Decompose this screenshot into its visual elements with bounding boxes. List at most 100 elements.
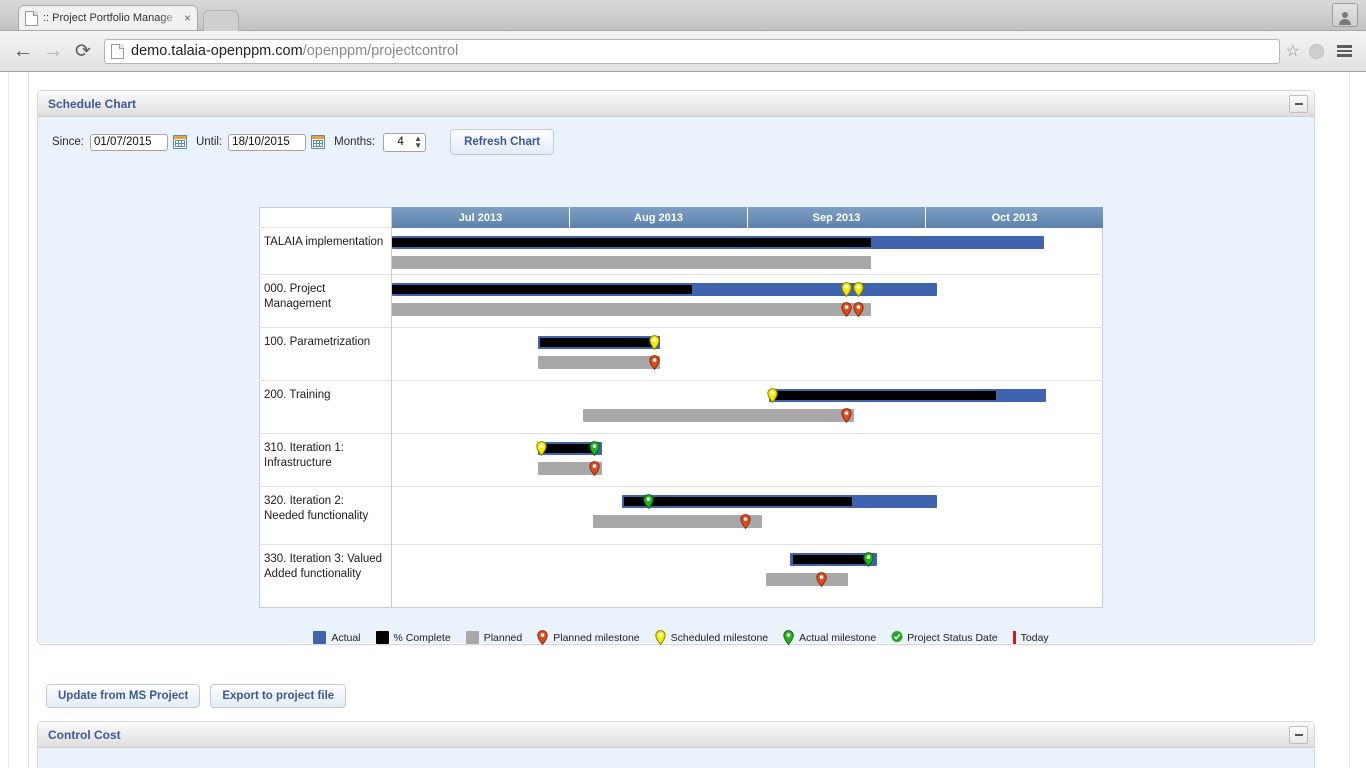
- legend-item: Scheduled milestone: [655, 630, 768, 645]
- gantt-bar-planned: [593, 515, 762, 528]
- gantt-bar-complete: [540, 338, 655, 347]
- gantt-task-name: 320. Iteration 2: Needed functionality: [259, 487, 391, 545]
- page-edge-line-right: [1349, 72, 1350, 768]
- schedule-chart-header: Schedule Chart: [38, 91, 1314, 117]
- legend-scheduled-milestone-icon: [655, 630, 667, 645]
- gantt-task-names: TALAIA implementation000. Project Manage…: [259, 207, 392, 608]
- gantt-bar-complete: [793, 555, 870, 564]
- update-from-ms-project-button[interactable]: Update from MS Project: [46, 684, 200, 708]
- schedule-chart-panel: Schedule Chart Since: Until: Months: 4 ▲: [37, 90, 1315, 645]
- gantt-bar-planned: [538, 356, 660, 369]
- export-to-project-file-button[interactable]: Export to project file: [210, 684, 346, 708]
- since-calendar-icon[interactable]: [173, 135, 187, 149]
- legend-swatch: [313, 631, 326, 644]
- gantt-bar-complete: [392, 238, 871, 247]
- gantt-task-name: 000. Project Management: [259, 275, 391, 328]
- control-cost-panel: Control Cost: [37, 721, 1315, 768]
- months-value: 4: [387, 136, 414, 148]
- page-favicon-icon: [25, 11, 38, 26]
- legend-status-date-icon: [891, 630, 903, 645]
- gantt-milestone-actual[interactable]: [643, 494, 654, 509]
- gantt-task-name: 330. Iteration 3: Valued Added functiona…: [259, 545, 391, 608]
- gantt-bar-planned: [583, 409, 855, 422]
- gantt-milestone-planned[interactable]: [649, 355, 660, 370]
- gantt-bar-planned: [392, 256, 871, 269]
- refresh-chart-button[interactable]: Refresh Chart: [450, 129, 554, 155]
- gantt-chart: TALAIA implementation000. Project Manage…: [259, 207, 1103, 608]
- legend-actual-milestone-icon: [783, 630, 795, 645]
- gantt-milestone-actual[interactable]: [863, 552, 874, 567]
- url-host: demo.talaia-openppm.com: [131, 43, 303, 59]
- collapse-control-cost-button[interactable]: [1289, 726, 1308, 744]
- bookmark-star-icon[interactable]: ☆: [1286, 41, 1300, 61]
- legend-planned-milestone-icon: [537, 630, 549, 645]
- gantt-milestone-planned[interactable]: [853, 302, 864, 317]
- gantt-milestone-planned[interactable]: [841, 302, 852, 317]
- gantt-bar-planned: [392, 303, 871, 316]
- gantt-milestone-planned[interactable]: [589, 461, 600, 476]
- new-tab-button[interactable]: [203, 10, 239, 31]
- gantt-milestone-scheduled[interactable]: [536, 441, 547, 456]
- gantt-month-3: Sep 2013: [748, 207, 926, 228]
- control-cost-header: Control Cost: [38, 722, 1314, 748]
- gantt-bar-complete: [624, 497, 852, 506]
- until-calendar-icon[interactable]: [311, 135, 325, 149]
- legend-label: Project Status Date: [907, 632, 997, 644]
- forward-icon[interactable]: →: [38, 36, 68, 66]
- browser-tab[interactable]: :: Project Portfolio Manage ×: [18, 5, 198, 30]
- browser-chrome: :: Project Portfolio Manage × ← → ⟳ demo…: [0, 0, 1366, 72]
- legend-swatch: [466, 631, 479, 644]
- collapse-schedule-chart-button[interactable]: [1289, 95, 1308, 113]
- gantt-milestone-scheduled[interactable]: [853, 282, 864, 297]
- gantt-row: [392, 228, 1103, 275]
- legend-label: Scheduled milestone: [671, 632, 768, 644]
- close-tab-icon[interactable]: ×: [184, 12, 191, 24]
- since-input[interactable]: [90, 134, 168, 151]
- gantt-row: [392, 545, 1103, 608]
- legend-label: Planned: [484, 632, 523, 644]
- months-label: Months:: [334, 136, 375, 148]
- gantt-row: [392, 328, 1103, 381]
- until-input[interactable]: [228, 134, 306, 151]
- gantt-names-corner: [259, 207, 391, 228]
- gantt-task-name: 200. Training: [259, 381, 391, 434]
- legend-item: Actual milestone: [783, 630, 876, 645]
- gantt-task-name: 310. Iteration 1: Infrastructure: [259, 434, 391, 487]
- gantt-row: [392, 275, 1103, 328]
- gantt-bar-complete: [772, 391, 996, 400]
- chart-filter-bar: Since: Until: Months: 4 ▲ ▼ Refresh Ch: [38, 117, 1314, 155]
- legend-today-marker: [1013, 631, 1016, 644]
- address-bar[interactable]: demo.talaia-openppm.com/openppm/projectc…: [104, 39, 1280, 64]
- gantt-milestone-actual[interactable]: [589, 441, 600, 456]
- schedule-chart-title: Schedule Chart: [48, 97, 136, 111]
- months-stepper-down-icon[interactable]: ▼: [414, 142, 422, 149]
- profile-avatar-icon[interactable]: [1332, 3, 1358, 27]
- gantt-milestone-planned[interactable]: [740, 514, 751, 529]
- extension-icon[interactable]: [1302, 37, 1330, 65]
- gantt-milestone-scheduled[interactable]: [767, 388, 778, 403]
- gantt-month-1: Jul 2013: [392, 207, 570, 228]
- gantt-milestone-planned[interactable]: [816, 572, 827, 587]
- back-icon[interactable]: ←: [8, 36, 38, 66]
- menu-hamburger-icon[interactable]: [1330, 37, 1358, 65]
- since-label: Since:: [52, 136, 84, 148]
- page-viewport: Schedule Chart Since: Until: Months: 4 ▲: [0, 72, 1366, 768]
- gantt-milestone-planned[interactable]: [841, 408, 852, 423]
- tab-title: :: Project Portfolio Manage: [43, 12, 181, 24]
- gantt-month-2: Aug 2013: [570, 207, 748, 228]
- legend-item: Today: [1013, 631, 1049, 644]
- legend-swatch: [376, 631, 389, 644]
- page-edge-line-left: [8, 72, 9, 768]
- legend-label: Planned milestone: [553, 632, 639, 644]
- tab-strip: :: Project Portfolio Manage ×: [0, 0, 1366, 31]
- project-action-buttons: Update from MS Project Export to project…: [46, 684, 346, 708]
- gantt-bar-complete: [392, 285, 692, 294]
- gantt-milestone-scheduled[interactable]: [841, 282, 852, 297]
- gantt-task-name: TALAIA implementation: [259, 228, 391, 275]
- months-stepper[interactable]: 4 ▲ ▼: [383, 133, 426, 152]
- reload-icon[interactable]: ⟳: [68, 36, 98, 66]
- gantt-row: [392, 487, 1103, 545]
- gantt-name-list: TALAIA implementation000. Project Manage…: [259, 228, 391, 608]
- url-path: /openppm/projectcontrol: [303, 43, 459, 59]
- gantt-milestone-scheduled[interactable]: [649, 335, 660, 350]
